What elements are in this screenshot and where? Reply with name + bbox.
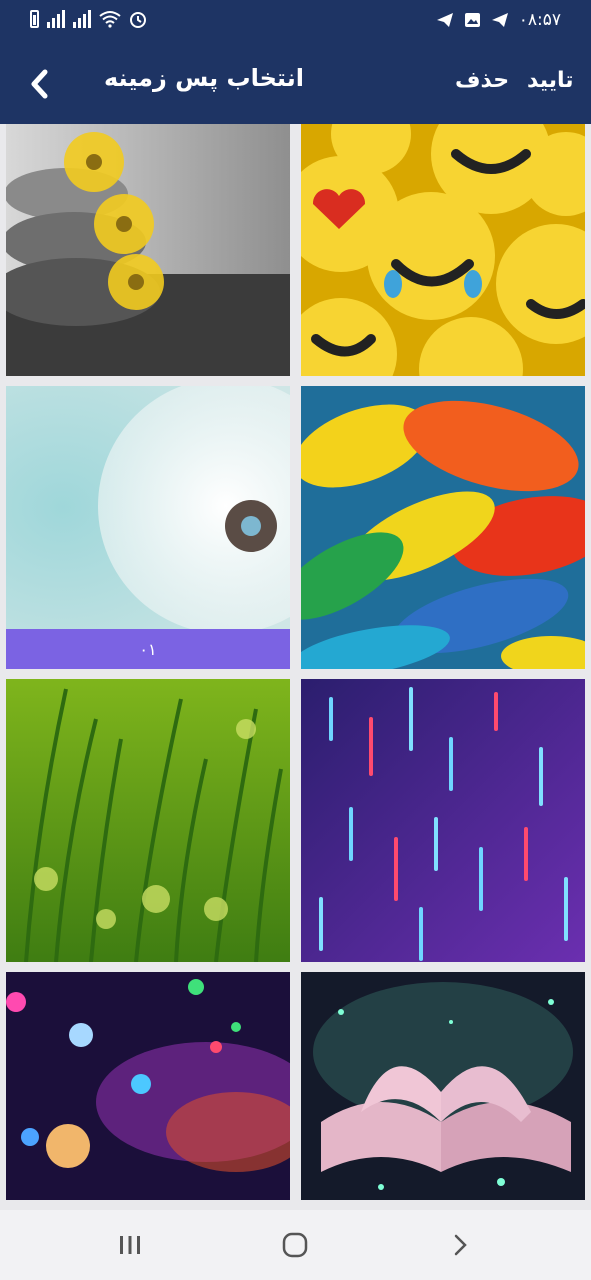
galaxy-image	[6, 972, 290, 1200]
signal-icon	[73, 10, 91, 28]
image-icon	[464, 13, 480, 27]
daisies-image	[6, 124, 290, 376]
alarm-icon	[130, 12, 146, 28]
status-icons-left	[30, 10, 147, 28]
status-icons-right: ۰۸:۵۷	[436, 10, 561, 30]
recent-apps-button[interactable]	[110, 1228, 150, 1262]
clock: ۰۸:۵۷	[518, 10, 561, 30]
telegram-icon	[436, 13, 453, 27]
wallpaper-tile-daisies[interactable]	[6, 124, 290, 376]
back-button[interactable]	[18, 62, 62, 106]
chevron-left-icon	[31, 69, 48, 99]
feathers-image	[301, 386, 585, 669]
system-back-button[interactable]	[440, 1228, 480, 1262]
delete-button[interactable]: حذف	[455, 68, 509, 93]
back-icon	[454, 1234, 467, 1256]
wallpaper-caption: ۰۱	[6, 629, 290, 669]
wallpaper-tile-galaxy[interactable]	[6, 972, 290, 1200]
page-title: انتخاب پس زمینه	[104, 64, 304, 92]
home-icon	[282, 1232, 308, 1258]
status-bar: ۰۸:۵۷	[0, 0, 591, 44]
grass-image	[6, 679, 290, 962]
confirm-button[interactable]: تایید	[527, 68, 573, 93]
wallpaper-tile-grass[interactable]	[6, 679, 290, 962]
recent-apps-icon	[120, 1236, 140, 1254]
wallpaper-tile-dandelion[interactable]: ۰۱	[6, 386, 290, 669]
wallpaper-tile-feathers[interactable]	[301, 386, 585, 669]
wallpaper-tile-neon-rain[interactable]	[301, 679, 585, 962]
neon-rain-image	[301, 679, 585, 962]
telegram-icon	[491, 13, 508, 27]
dandelion-image	[6, 386, 290, 629]
battery-icon	[30, 10, 39, 28]
wallpaper-tile-book[interactable]	[301, 972, 585, 1200]
home-button[interactable]	[275, 1228, 315, 1262]
wallpaper-tile-emoji[interactable]	[301, 124, 585, 376]
signal-icon	[47, 10, 65, 28]
book-image	[301, 972, 585, 1200]
system-nav-bar	[0, 1210, 591, 1280]
app-header: انتخاب پس زمینه حذف تایید	[0, 44, 591, 124]
emoji-image	[301, 124, 585, 376]
wifi-icon	[99, 11, 121, 28]
